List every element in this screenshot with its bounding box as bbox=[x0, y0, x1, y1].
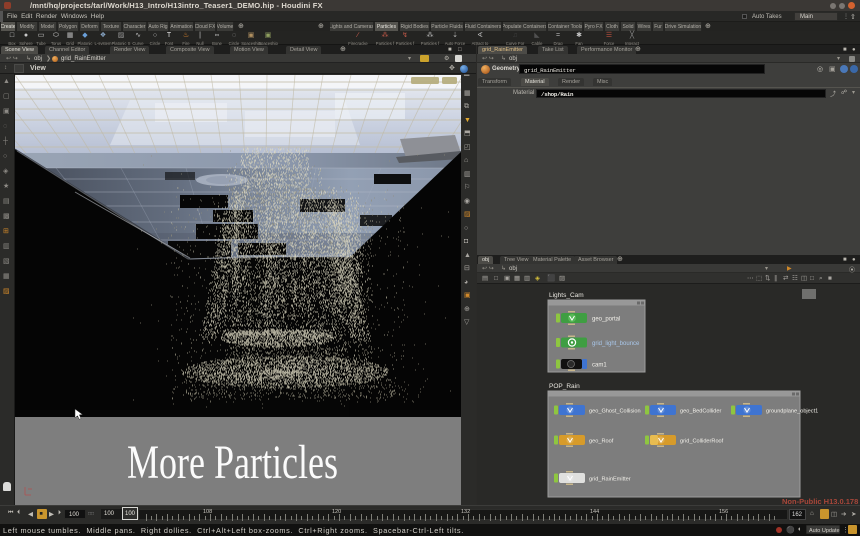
svg-text:grid_RainEmitter: grid_RainEmitter bbox=[589, 477, 631, 483]
svg-text:geo_Ghost_Collision: geo_Ghost_Collision bbox=[589, 409, 641, 415]
svg-text:grid_ColliderRoof: grid_ColliderRoof bbox=[680, 439, 724, 445]
svg-text:More Particles: More Particles bbox=[127, 436, 338, 489]
svg-text:geo_Roof: geo_Roof bbox=[589, 439, 614, 445]
svg-text:groundplane_object1: groundplane_object1 bbox=[766, 409, 818, 415]
svg-text:geo_portal: geo_portal bbox=[592, 317, 620, 323]
svg-text:grid_light_bounce: grid_light_bounce bbox=[592, 341, 640, 347]
svg-text:Lights_Cam: Lights_Cam bbox=[549, 292, 584, 299]
svg-text:geo_BedCollider: geo_BedCollider bbox=[680, 409, 721, 415]
svg-text:POP_Rain: POP_Rain bbox=[549, 383, 580, 390]
svg-text:cam1: cam1 bbox=[592, 363, 607, 369]
